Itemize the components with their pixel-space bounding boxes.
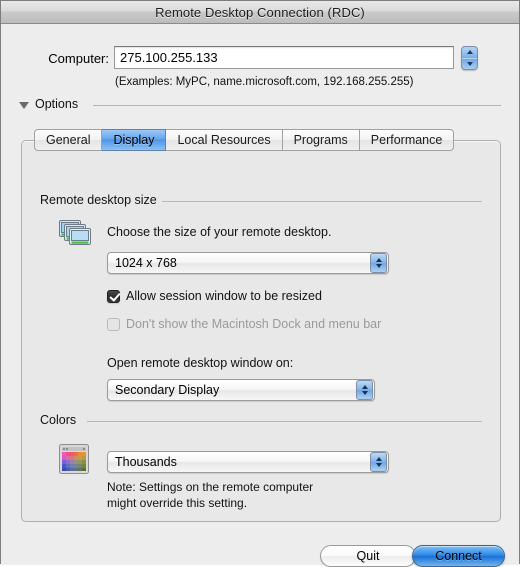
- popup-arrows-icon: [356, 380, 373, 400]
- tab-local-resources[interactable]: Local Resources: [166, 129, 283, 151]
- window-content: Computer: (Examples: MyPC, name.microsof…: [1, 24, 520, 567]
- arrow-up-icon: [375, 258, 382, 262]
- disclosure-triangle-down-icon[interactable]: [19, 102, 29, 109]
- arrow-down-icon: [466, 61, 473, 66]
- colors-header: Colors: [40, 413, 77, 427]
- hide-dock-checkbox-row: Don't show the Macintosh Dock and menu b…: [107, 317, 381, 331]
- popup-arrows-icon: [370, 253, 387, 273]
- quit-button-label: Quit: [356, 549, 380, 563]
- tab-label: Performance: [370, 133, 443, 147]
- arrow-down-icon: [375, 463, 382, 467]
- remote-desktop-size-separator: [162, 201, 482, 202]
- options-label: Options: [35, 97, 79, 111]
- color-depth-popup-button[interactable]: Thousands: [107, 451, 389, 473]
- colors-note-line1: Note: Settings on the remote computer: [107, 480, 314, 494]
- arrow-down-icon: [361, 391, 368, 395]
- arrow-up-icon: [361, 385, 368, 389]
- colors-separator: [87, 421, 482, 422]
- allow-resize-checkbox[interactable]: [107, 289, 120, 303]
- tab-label: Programs: [293, 133, 348, 147]
- open-on-label: Open remote desktop window on:: [107, 356, 294, 370]
- stepper-up-button[interactable]: [462, 47, 477, 59]
- color-depth-value: Thousands: [115, 455, 177, 469]
- tab-programs[interactable]: Programs: [282, 129, 360, 151]
- allow-resize-label: Allow session window to be resized: [126, 289, 322, 303]
- tab-label: Local Resources: [177, 133, 271, 147]
- options-separator: [93, 105, 501, 106]
- options-disclosure-row[interactable]: Options: [1, 97, 520, 115]
- arrow-up-icon: [466, 50, 473, 55]
- connect-button-label: Connect: [435, 549, 482, 563]
- window-title: Remote Desktop Connection (RDC): [155, 4, 365, 20]
- computer-input[interactable]: [114, 46, 454, 69]
- tab-display[interactable]: Display: [102, 129, 167, 151]
- remote-desktop-size-header: Remote desktop size: [40, 193, 157, 207]
- open-on-value: Secondary Display: [115, 383, 220, 397]
- open-on-popup-button[interactable]: Secondary Display: [107, 379, 375, 401]
- computer-stepper[interactable]: [461, 46, 478, 70]
- resolution-value: 1024 x 768: [115, 256, 177, 270]
- tab-performance[interactable]: Performance: [359, 129, 455, 151]
- popup-arrows-icon: [370, 452, 387, 472]
- color-palette-icon: [59, 444, 89, 474]
- tab-general[interactable]: General: [34, 129, 103, 151]
- allow-resize-checkbox-row[interactable]: Allow session window to be resized: [107, 289, 322, 303]
- stepper-down-button[interactable]: [462, 59, 477, 70]
- rdc-window: Remote Desktop Connection (RDC) Computer…: [0, 0, 520, 567]
- hide-dock-checkbox: [107, 317, 120, 331]
- computer-examples-text: (Examples: MyPC, name.microsoft.com, 192…: [115, 76, 414, 88]
- options-tabstrip: General Display Local Resources Programs…: [34, 129, 455, 151]
- resolution-popup-button[interactable]: 1024 x 768: [107, 252, 389, 274]
- hide-dock-label: Don't show the Macintosh Dock and menu b…: [126, 317, 382, 331]
- remote-desktop-size-description: Choose the size of your remote desktop.: [107, 225, 332, 239]
- window-titlebar[interactable]: Remote Desktop Connection (RDC): [1, 1, 519, 24]
- cascading-screens-icon: [59, 220, 91, 245]
- tab-label: General: [46, 133, 91, 147]
- arrow-down-icon: [375, 264, 382, 268]
- tab-label: Display: [113, 133, 155, 147]
- display-tab-panel: Remote desktop size Choose the size of y…: [21, 140, 501, 522]
- computer-label: Computer:: [48, 51, 109, 66]
- colors-note-line2: might override this setting.: [107, 496, 248, 510]
- computer-row: Computer:: [1, 46, 520, 74]
- arrow-up-icon: [375, 457, 382, 461]
